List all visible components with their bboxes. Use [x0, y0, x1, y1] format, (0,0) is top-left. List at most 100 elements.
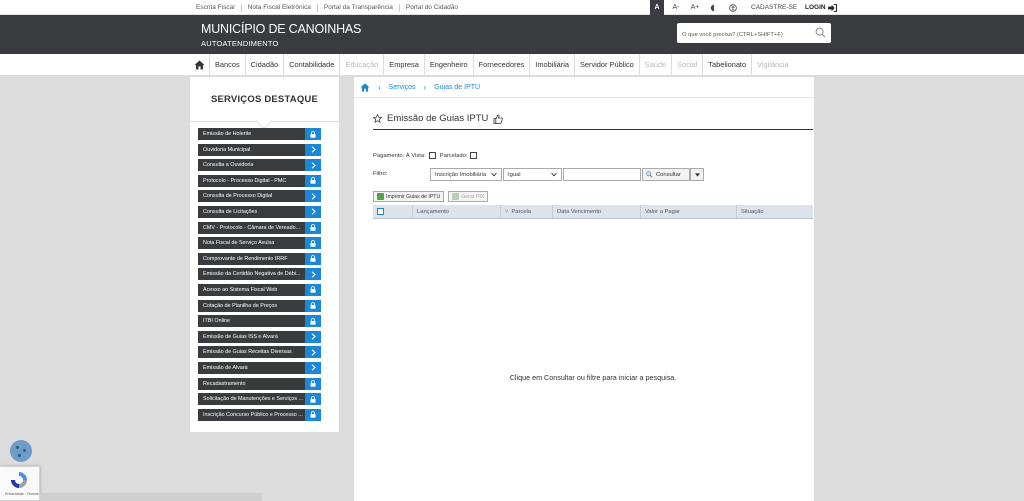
home-icon[interactable] — [360, 82, 370, 92]
search-icon — [646, 171, 653, 178]
search-input[interactable] — [677, 25, 807, 45]
generate-pix-button[interactable]: Gerar PIX — [448, 191, 489, 202]
nav-item-social: Social — [672, 54, 704, 75]
home-icon[interactable] — [190, 54, 210, 75]
column-header[interactable]: Data Vencimento — [553, 204, 641, 219]
installment-checkbox[interactable] — [470, 152, 478, 159]
nav-item-empresa[interactable]: Empresa — [384, 54, 425, 75]
column-header[interactable]: Lançamento — [413, 204, 501, 219]
consult-button[interactable]: Consultar — [642, 168, 690, 181]
nav-item-saude: Saúde — [640, 54, 673, 75]
service-item-label: Emissão de Guias ISS e Alvará — [203, 333, 278, 340]
recaptcha-terms[interactable]: Privacidade - Termos — [5, 492, 39, 496]
pix-icon — [452, 193, 460, 200]
column-header[interactable]: Valor a Pagar — [641, 204, 737, 219]
page-title-row: Emissão de Guias IPTU — [373, 113, 504, 124]
font-normal-button[interactable]: A — [650, 0, 664, 15]
nav-item-fornecedores[interactable]: Fornecedores — [474, 54, 531, 75]
service-item-label: Acesso ao Sistema Fiscal Web — [203, 286, 278, 293]
print-guides-button[interactable]: Imprimir Guias de IPTU — [373, 191, 445, 202]
font-increase-button[interactable]: A+ — [688, 0, 702, 15]
lock-icon — [305, 315, 321, 328]
results-grid: Lançamento ˅ Parcela Data Vencimento Val… — [373, 204, 813, 501]
filter-operator-select[interactable]: Igual — [503, 168, 562, 181]
service-item[interactable]: Emissão de Guias ISS e Alvará — [198, 330, 321, 343]
filter-field-select[interactable]: Inscrição Imobiliária — [430, 168, 502, 181]
service-item-label: Comprovante de Rendimento IRRF — [203, 255, 288, 262]
search-icon[interactable] — [815, 27, 826, 38]
service-item-label: ITBI Online — [203, 318, 230, 325]
column-header[interactable]: Situação — [737, 205, 813, 219]
service-item-label: Recadastramento — [203, 380, 246, 387]
top-link[interactable]: Portal do Cidadão — [400, 4, 464, 12]
service-item[interactable]: Protocolo - Processo Digital - PMC — [198, 174, 321, 187]
service-item[interactable]: Emissão de Holerite — [198, 128, 321, 140]
service-item[interactable]: Emissão de Guias Receitas Diversas — [198, 346, 321, 359]
recaptcha-badge[interactable]: Privacidade - Termos — [0, 466, 40, 501]
star-icon[interactable] — [373, 114, 382, 123]
accessibility-icon[interactable] — [726, 0, 740, 15]
service-item-label: Solicitação de Manutenções e Serviços ..… — [203, 396, 304, 403]
service-item-label: Cotação de Planilha de Preços — [203, 302, 278, 309]
payment-options: Pagamento: À Vista: Parcelado: — [373, 152, 481, 159]
chevron-down-icon — [551, 172, 557, 177]
signup-link[interactable]: CADASTRE-SE — [751, 0, 797, 15]
status-strip — [40, 493, 262, 501]
nav-item-tabelionato[interactable]: Tabelionato — [703, 54, 753, 75]
contrast-icon[interactable] — [707, 0, 721, 15]
lock-icon — [305, 299, 321, 312]
service-item[interactable]: Inscrição Concurso Público e Processo ..… — [198, 408, 321, 421]
thumbs-up-icon[interactable] — [493, 114, 504, 124]
cookie-icon[interactable] — [10, 440, 32, 462]
font-decrease-button[interactable]: A- — [669, 0, 683, 15]
column-header-installment[interactable]: ˅ Parcela — [501, 204, 553, 219]
select-all-checkbox[interactable] — [377, 208, 384, 215]
login-link[interactable]: LOGIN — [805, 0, 837, 15]
service-item-label: Emissão da Certidão Negativa de Débi... — [203, 271, 301, 278]
featured-services-panel: SERVIÇOS DESTAQUE Emissão de Holerite Ouv… — [190, 77, 339, 432]
nav-item-cidadao[interactable]: Cidadão — [246, 54, 285, 75]
top-link[interactable]: Escrita Fiscal — [196, 3, 242, 12]
service-item[interactable]: Ouvidoria Municipal — [198, 143, 321, 156]
nav-item-engenheiro[interactable]: Engenheiro — [425, 54, 474, 75]
lock-icon — [305, 221, 321, 234]
select-all-cell — [373, 204, 413, 219]
cash-payment-checkbox[interactable] — [428, 152, 436, 159]
breadcrumb-services[interactable]: Serviços — [389, 84, 416, 91]
filter-value-input[interactable] — [563, 168, 641, 181]
service-item[interactable]: Consulta a Ouvidoria — [198, 159, 321, 172]
service-item[interactable]: CMV - Protocolo - Câmara de Vereado... — [198, 221, 321, 234]
service-item[interactable]: Solicitação de Manutenções e Serviços ..… — [198, 393, 321, 406]
chevron-down-icon — [491, 172, 497, 177]
chevron-right-icon — [305, 361, 321, 374]
nav-item-imobiliaria[interactable]: Imobiliária — [530, 54, 575, 75]
service-item[interactable]: Emissão de Alvará — [198, 361, 321, 374]
top-link[interactable]: Portal da Transparência — [318, 3, 400, 12]
site-title[interactable]: MUNICÍPIO DE CANOINHAS — [201, 22, 361, 36]
accessibility-tools: A A- A+ — [650, 0, 745, 15]
top-link[interactable]: Nota Fiscal Eletrônica — [242, 3, 318, 12]
service-item[interactable]: Emissão da Certidão Negativa de Débi... — [198, 268, 321, 281]
service-item[interactable]: Recadastramento — [198, 377, 321, 390]
lock-icon — [305, 283, 321, 296]
service-item[interactable]: Cotação de Planilha de Preços — [198, 299, 321, 312]
service-item[interactable]: Comprovante de Rendimento IRRF — [198, 252, 321, 265]
column-header-label: Parcela — [511, 208, 532, 215]
top-links: Escrita Fiscal Nota Fiscal Eletrônica Po… — [196, 0, 464, 15]
breadcrumb-current[interactable]: Guias de IPTU — [434, 84, 480, 91]
service-item-label: Consulta de Licitações — [203, 208, 258, 215]
service-item[interactable]: ITBI Online — [198, 315, 321, 328]
consult-options-dropdown[interactable] — [690, 168, 704, 181]
top-utility-bar: Escrita Fiscal Nota Fiscal Eletrônica Po… — [0, 0, 1024, 15]
grid-actions: Imprimir Guias de IPTU Gerar PIX — [373, 191, 492, 202]
nav-item-contabilidade[interactable]: Contabilidade — [284, 54, 341, 75]
nav-item-servidor-publico[interactable]: Servidor Público — [575, 54, 640, 75]
service-item[interactable]: Consulta de Processo Digital — [198, 190, 321, 203]
search-box — [677, 23, 831, 45]
service-item[interactable]: Acesso ao Sistema Fiscal Web — [198, 283, 321, 296]
nav-item-bancos[interactable]: Bancos — [210, 54, 246, 75]
page-title: Emissão de Guias IPTU — [387, 113, 489, 124]
service-item[interactable]: Consulta de Licitações — [198, 205, 321, 218]
service-item-label: CMV - Protocolo - Câmara de Vereado... — [203, 224, 301, 231]
service-item[interactable]: Nota Fiscal de Serviço Avulsa — [198, 237, 321, 250]
